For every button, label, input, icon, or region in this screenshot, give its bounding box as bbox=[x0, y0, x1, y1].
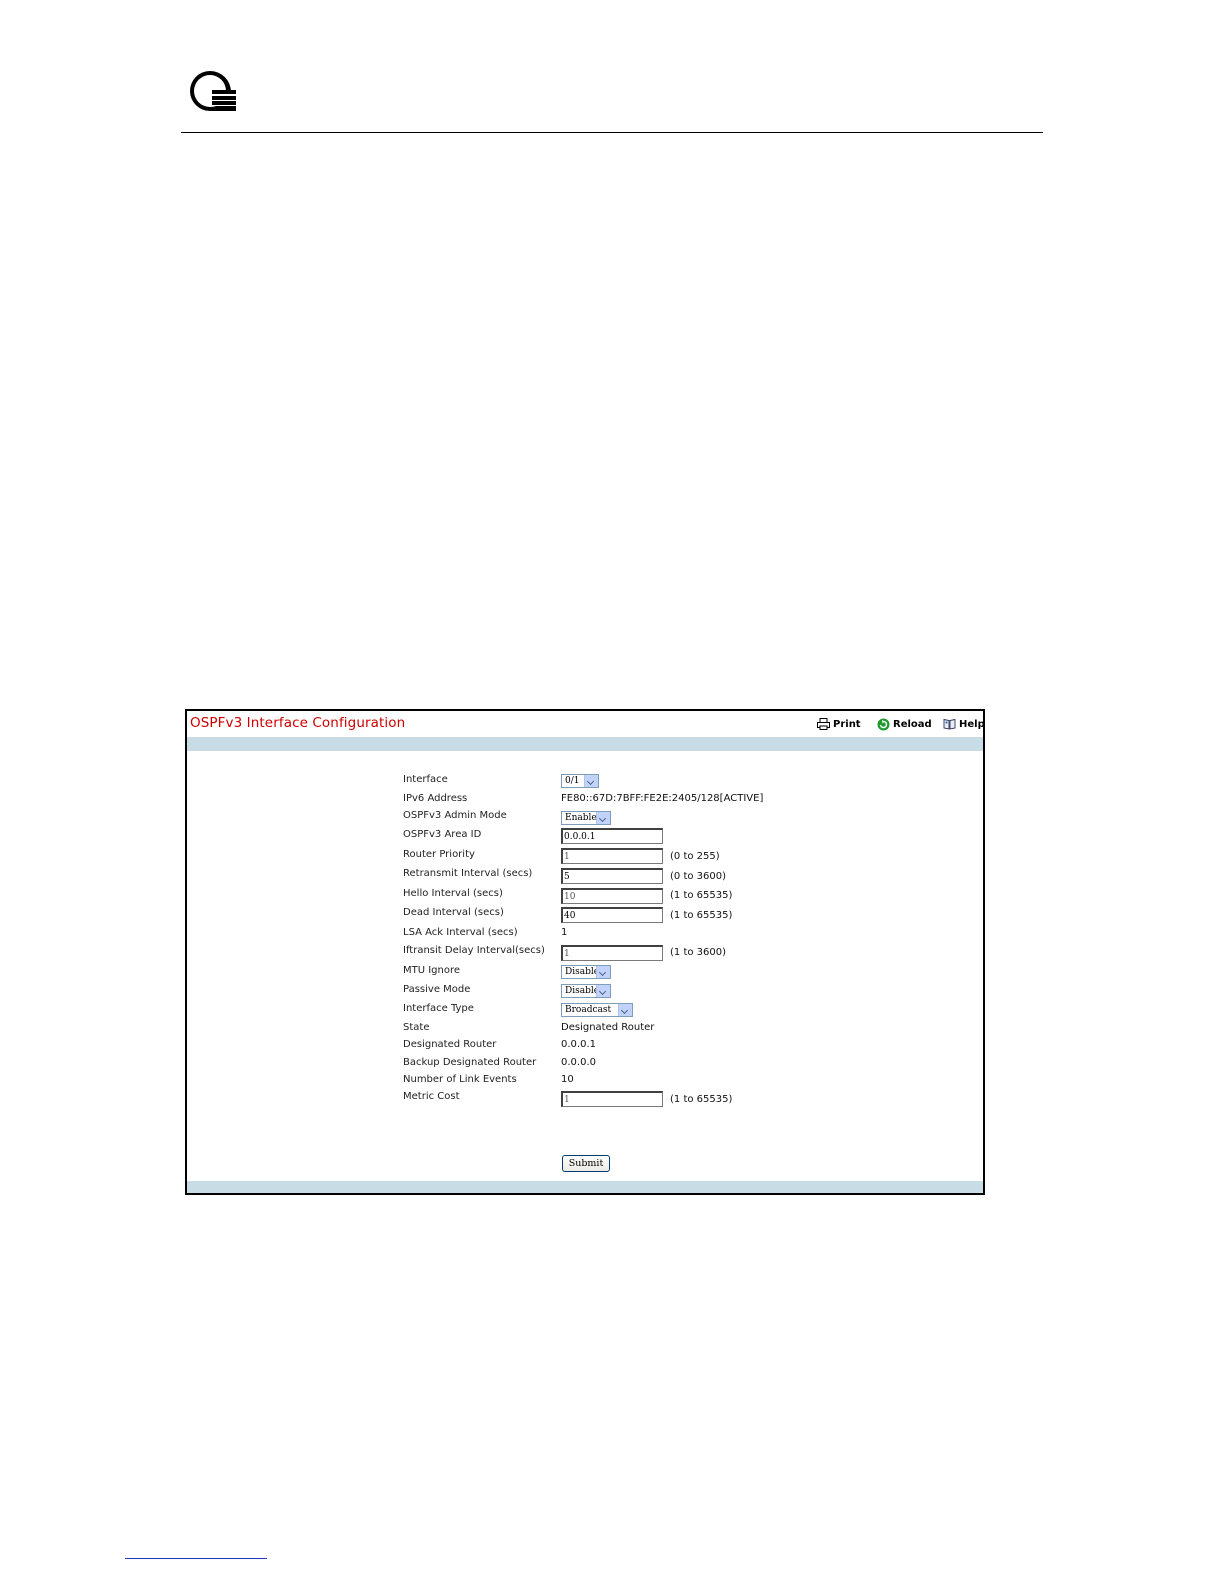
title-bar: OSPFv3 Interface Configuration Print Rel… bbox=[187, 711, 985, 737]
chevron-down-icon bbox=[596, 966, 610, 978]
metric-cost-range: (1 to 65535) bbox=[670, 1094, 733, 1105]
mtu-ignore-select-value: Disable bbox=[565, 967, 600, 977]
link-events-label: Number of Link Events bbox=[403, 1074, 517, 1085]
designated-router-value: 0.0.0.1 bbox=[561, 1039, 596, 1050]
iftransit-input[interactable]: 1 bbox=[561, 945, 663, 961]
retransmit-input-value: 5 bbox=[564, 872, 570, 882]
admin-mode-label: OSPFv3 Admin Mode bbox=[403, 810, 507, 821]
metric-cost-input-value: 1 bbox=[564, 1095, 570, 1105]
retransmit-input[interactable]: 5 bbox=[561, 868, 663, 884]
interface-select[interactable]: 0/1 bbox=[561, 774, 599, 788]
chevron-down-icon bbox=[584, 775, 598, 787]
help-book-icon bbox=[943, 718, 956, 730]
passive-mode-select-value: Disable bbox=[565, 986, 600, 996]
retransmit-label: Retransmit Interval (secs) bbox=[403, 868, 533, 879]
link-events-value: 10 bbox=[561, 1074, 574, 1085]
page-title: OSPFv3 Interface Configuration bbox=[190, 715, 406, 731]
admin-mode-select[interactable]: Enable bbox=[561, 811, 611, 825]
mtu-ignore-select[interactable]: Disable bbox=[561, 965, 611, 979]
footer-link-underline bbox=[125, 1558, 267, 1559]
screenshot-frame: OSPFv3 Interface Configuration Print Rel… bbox=[185, 709, 985, 1195]
area-id-label: OSPFv3 Area ID bbox=[403, 829, 482, 840]
company-logo bbox=[190, 71, 236, 111]
reload-button[interactable]: Reload bbox=[877, 716, 932, 732]
backup-dr-value: 0.0.0.0 bbox=[561, 1057, 596, 1068]
metric-cost-input[interactable]: 1 bbox=[561, 1091, 663, 1107]
metric-cost-label: Metric Cost bbox=[403, 1091, 460, 1102]
lsa-ack-value: 1 bbox=[561, 927, 568, 938]
state-label: State bbox=[403, 1022, 430, 1033]
iftransit-label: Iftransit Delay Interval(secs) bbox=[403, 945, 545, 956]
reload-label: Reload bbox=[893, 718, 932, 730]
help-label: Help bbox=[959, 718, 985, 730]
header-divider bbox=[181, 132, 1043, 133]
header-band bbox=[187, 737, 983, 751]
footer-band bbox=[187, 1181, 983, 1193]
interface-type-label: Interface Type bbox=[403, 1003, 474, 1014]
interface-type-select[interactable]: Broadcast bbox=[561, 1003, 633, 1017]
area-id-input-value: 0.0.0.1 bbox=[564, 832, 596, 842]
area-id-input[interactable]: 0.0.0.1 bbox=[561, 828, 663, 844]
interface-select-value: 0/1 bbox=[565, 776, 580, 786]
state-value: Designated Router bbox=[561, 1022, 655, 1033]
hello-interval-range: (1 to 65535) bbox=[670, 890, 733, 901]
dead-interval-label: Dead Interval (secs) bbox=[403, 907, 504, 918]
mtu-ignore-label: MTU Ignore bbox=[403, 965, 461, 976]
dead-interval-input[interactable]: 40 bbox=[561, 907, 663, 923]
printer-icon bbox=[817, 718, 830, 730]
router-priority-input[interactable]: 1 bbox=[561, 848, 663, 864]
chevron-down-icon bbox=[596, 812, 610, 824]
dead-interval-range: (1 to 65535) bbox=[670, 910, 733, 921]
interface-type-select-value: Broadcast bbox=[565, 1005, 612, 1015]
dead-interval-input-value: 40 bbox=[564, 911, 576, 921]
retransmit-range: (0 to 3600) bbox=[670, 871, 727, 882]
hello-interval-input-value: 10 bbox=[564, 892, 576, 902]
interface-label: Interface bbox=[403, 774, 448, 785]
iftransit-input-value: 1 bbox=[564, 949, 570, 959]
chevron-down-icon bbox=[618, 1004, 632, 1016]
submit-button[interactable]: Submit bbox=[562, 1155, 610, 1172]
passive-mode-select[interactable]: Disable bbox=[561, 984, 611, 998]
ipv6-address-value: FE80::67D:7BFF:FE2E:2405/128[ACTIVE] bbox=[561, 793, 764, 804]
router-priority-input-value: 1 bbox=[564, 852, 570, 862]
designated-router-label: Designated Router bbox=[403, 1039, 497, 1050]
passive-mode-label: Passive Mode bbox=[403, 984, 471, 995]
hello-interval-input[interactable]: 10 bbox=[561, 888, 663, 904]
iftransit-range: (1 to 3600) bbox=[670, 947, 727, 958]
print-label: Print bbox=[833, 718, 861, 730]
router-priority-label: Router Priority bbox=[403, 849, 475, 860]
backup-dr-label: Backup Designated Router bbox=[403, 1057, 537, 1068]
reload-icon bbox=[877, 718, 890, 730]
print-button[interactable]: Print bbox=[817, 716, 861, 732]
hello-interval-label: Hello Interval (secs) bbox=[403, 888, 503, 899]
admin-mode-select-value: Enable bbox=[565, 813, 597, 823]
router-priority-range: (0 to 255) bbox=[670, 851, 720, 862]
help-button[interactable]: Help bbox=[943, 716, 985, 732]
chevron-down-icon bbox=[596, 985, 610, 997]
ipv6-address-label: IPv6 Address bbox=[403, 793, 468, 804]
lsa-ack-label: LSA Ack Interval (secs) bbox=[403, 927, 518, 938]
